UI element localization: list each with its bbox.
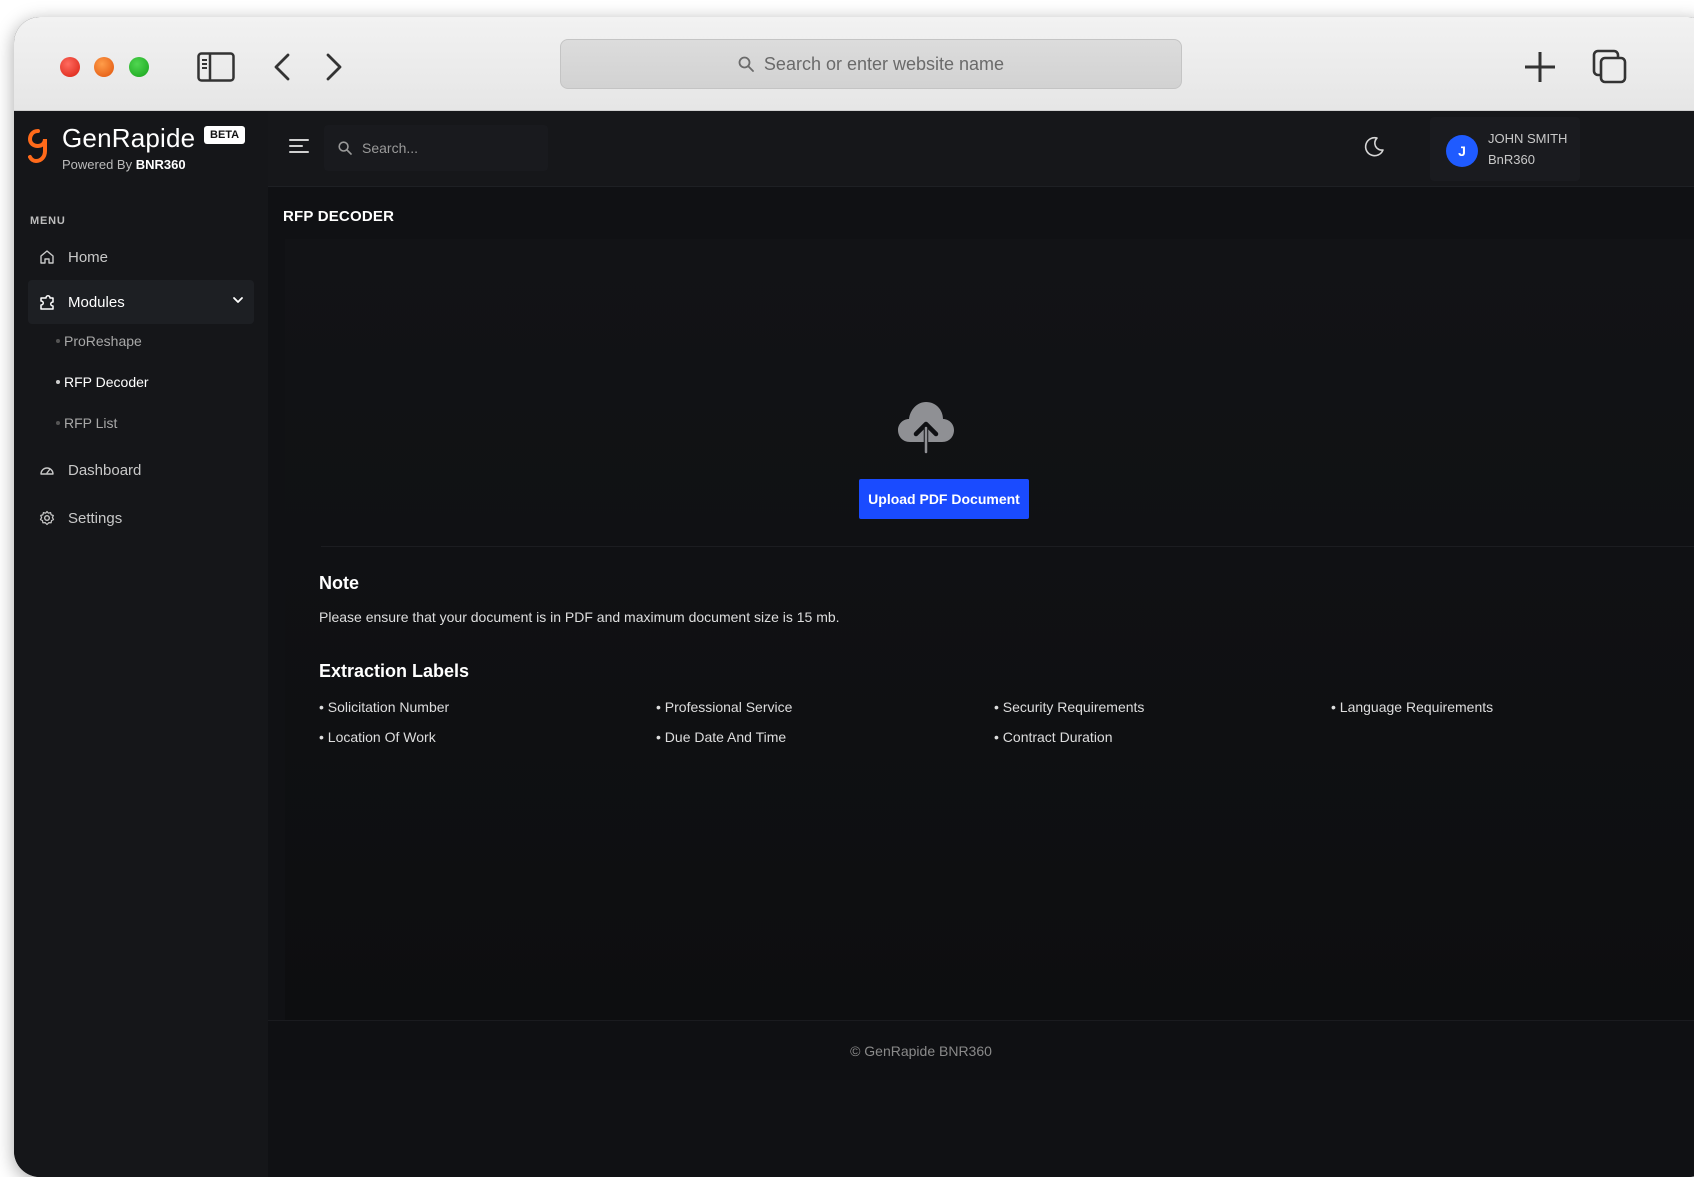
cloud-upload-icon[interactable] bbox=[894, 394, 958, 458]
beta-badge: BETA bbox=[204, 126, 246, 144]
sidebar-subitem-label: ProReshape bbox=[64, 333, 142, 349]
note-text: Please ensure that your document is in P… bbox=[319, 609, 840, 625]
search-input[interactable]: Search... bbox=[324, 125, 548, 171]
extraction-label: • Professional Service bbox=[656, 699, 793, 715]
sidebar-subitem-proreshape[interactable]: ProReshape bbox=[28, 324, 248, 358]
powered-by-name: BNR360 bbox=[135, 157, 186, 172]
extraction-label: • Location Of Work bbox=[319, 729, 436, 745]
extraction-label: • Due Date And Time bbox=[656, 729, 787, 745]
sidebar-item-modules[interactable]: Modules bbox=[28, 280, 254, 324]
bullet-icon bbox=[56, 380, 60, 384]
upload-pdf-button[interactable]: Upload PDF Document bbox=[859, 479, 1029, 519]
address-placeholder: Search or enter website name bbox=[763, 53, 1005, 74]
user-name: JOHN SMITH bbox=[1488, 131, 1568, 146]
browser-toolbar: Search or enter website name bbox=[14, 17, 1694, 111]
section-divider bbox=[321, 546, 1694, 547]
bullet-icon bbox=[56, 339, 60, 343]
footer: © GenRapide BNR360 bbox=[268, 1020, 1694, 1080]
sidebar-subitem-label: RFP List bbox=[64, 415, 118, 431]
forward-arrow-icon[interactable] bbox=[314, 47, 354, 87]
extraction-labels-heading: Extraction Labels bbox=[319, 661, 470, 681]
dark-mode-toggle-icon[interactable] bbox=[1362, 135, 1388, 161]
hamburger-menu-icon[interactable] bbox=[288, 135, 312, 159]
browser-window: Search or enter website name GenRapide B… bbox=[14, 17, 1694, 1177]
dashboard-icon bbox=[38, 461, 56, 479]
brand-logo[interactable]: GenRapide BETA Powered By BNR360 bbox=[28, 123, 258, 177]
avatar: J bbox=[1446, 135, 1478, 167]
brand-name: GenRapide bbox=[62, 123, 196, 153]
maximize-window-button[interactable] bbox=[129, 57, 149, 77]
search-icon bbox=[338, 141, 352, 155]
sidebar: GenRapide BETA Powered By BNR360 MENU Ho… bbox=[14, 111, 268, 1177]
back-arrow-icon[interactable] bbox=[262, 47, 302, 87]
app-header: Search... J JOHN SMITH BnR360 bbox=[268, 111, 1694, 187]
sidebar-item-label: Modules bbox=[68, 293, 125, 311]
address-bar[interactable]: Search or enter website name bbox=[560, 39, 1182, 89]
sidebar-subitem-label: RFP Decoder bbox=[64, 374, 149, 390]
tabs-overview-icon[interactable] bbox=[1590, 47, 1630, 87]
upload-panel: Upload PDF Document Note Please ensure t… bbox=[285, 239, 1694, 1035]
genrapide-logo-icon bbox=[28, 129, 47, 163]
search-icon bbox=[738, 56, 754, 72]
sidebar-subitem-rfp-decoder[interactable]: RFP Decoder bbox=[28, 365, 248, 399]
footer-copyright: © GenRapide BNR360 bbox=[850, 1043, 992, 1059]
user-organization: BnR360 bbox=[1488, 152, 1535, 167]
chevron-down-icon bbox=[232, 293, 244, 310]
new-tab-icon[interactable] bbox=[1520, 47, 1560, 87]
minimize-window-button[interactable] bbox=[94, 57, 114, 77]
page-title: RFP DECODER bbox=[283, 208, 395, 225]
sidebar-subitem-rfp-list[interactable]: RFP List bbox=[28, 406, 248, 440]
extraction-label: • Solicitation Number bbox=[319, 699, 450, 715]
note-heading: Note bbox=[319, 573, 359, 593]
sidebar-item-label: Settings bbox=[68, 509, 123, 527]
home-icon bbox=[38, 248, 56, 266]
sidebar-item-label: Home bbox=[68, 248, 109, 266]
settings-icon bbox=[38, 509, 56, 527]
extraction-label: • Security Requirements bbox=[994, 699, 1145, 715]
search-placeholder: Search... bbox=[362, 140, 419, 156]
bullet-icon bbox=[56, 421, 60, 425]
sidebar-item-label: Dashboard bbox=[68, 461, 142, 479]
close-window-button[interactable] bbox=[60, 57, 80, 77]
sidebar-toggle-icon[interactable] bbox=[196, 47, 236, 87]
menu-section-label: MENU bbox=[30, 215, 66, 227]
powered-by-prefix: Powered By bbox=[62, 157, 133, 172]
user-profile-menu[interactable]: J JOHN SMITH BnR360 bbox=[1430, 117, 1580, 181]
sidebar-item-settings[interactable]: Settings bbox=[28, 496, 254, 540]
sidebar-item-home[interactable]: Home bbox=[28, 235, 254, 279]
extraction-label: • Contract Duration bbox=[994, 729, 1113, 745]
extraction-label: • Language Requirements bbox=[1331, 699, 1494, 715]
powered-by: Powered By BNR360 bbox=[62, 157, 186, 172]
modules-icon bbox=[38, 293, 56, 311]
sidebar-item-dashboard[interactable]: Dashboard bbox=[28, 448, 254, 492]
